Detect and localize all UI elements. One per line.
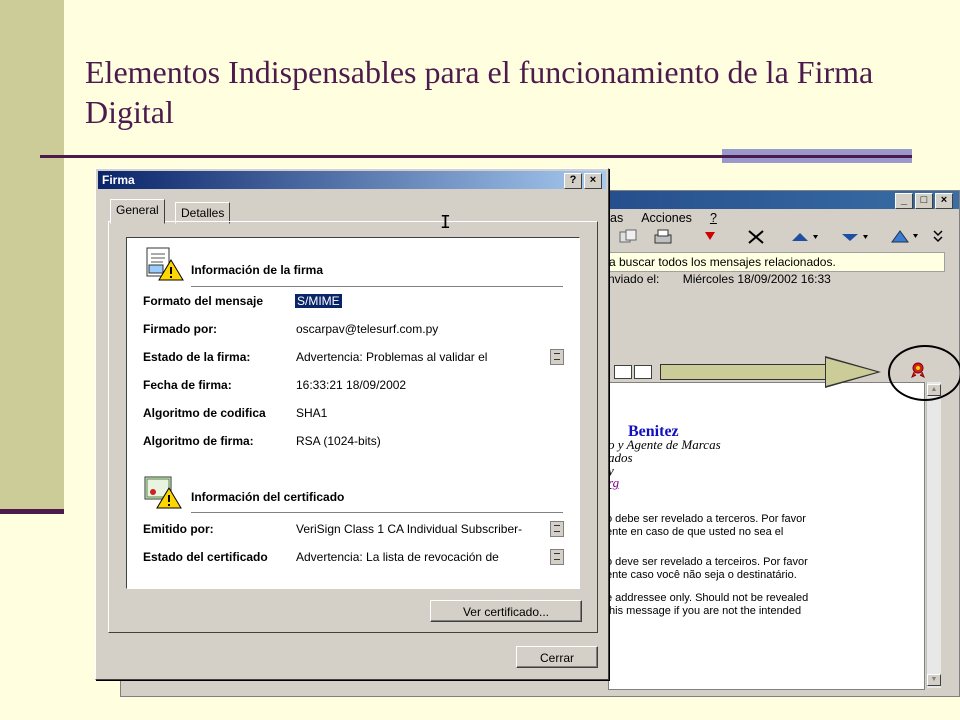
row-label-signature-date: Fecha de firma: — [143, 378, 232, 392]
section-divider — [191, 512, 563, 513]
sent-value: Miércoles 18/09/2002 16:33 — [682, 272, 831, 286]
scroll-down-button[interactable]: ▼ — [927, 674, 941, 686]
dialog-title-bar: Firma ? × — [98, 171, 606, 189]
view-certificate-button[interactable]: Ver certificado... — [430, 600, 582, 622]
sidebar-rule — [0, 509, 64, 514]
maximize-button[interactable]: □ — [915, 193, 933, 209]
outlook-menu-bar: as Acciones ? — [610, 211, 717, 225]
disclaimer-pt-1: o deve ser revelado a terceiros. Por fav… — [606, 556, 808, 568]
help-button[interactable]: ? — [564, 173, 582, 189]
disclaimer-es-2: ente en caso de que usted no sea el — [606, 526, 784, 538]
outlook-toolbar — [610, 226, 950, 248]
outlook-info-bar: a buscar todos los mensajes relacionados… — [608, 252, 945, 272]
row-value-issued-by[interactable]: VeriSign Class 1 CA Individual Subscribe… — [296, 522, 522, 536]
status-scroll-button[interactable] — [550, 349, 564, 365]
print-icon[interactable] — [652, 228, 674, 246]
dialog-title: Firma — [102, 173, 135, 187]
text-cursor-icon: I — [440, 212, 451, 233]
copy-icon[interactable] — [618, 229, 640, 245]
tab-general[interactable]: General — [110, 199, 165, 224]
row-value-signature-algorithm[interactable]: RSA (1024-bits) — [296, 434, 381, 448]
sent-label: nviado el: — [608, 272, 660, 286]
row-value-signature-status[interactable]: Advertencia: Problemas al validar el — [296, 350, 487, 364]
signature-link[interactable]: rg — [608, 475, 619, 491]
row-label-signature-status: Estado de la firma: — [143, 350, 251, 364]
menu-item-help[interactable]: ? — [710, 211, 717, 225]
message-scrollbar[interactable]: ▲ ▼ — [926, 382, 941, 688]
signature-info-panel: Información de la firma Formato del mens… — [126, 237, 580, 589]
delete-icon[interactable] — [746, 228, 766, 246]
menu-item-herramientas[interactable]: as — [610, 211, 623, 225]
next-icon[interactable] — [840, 230, 870, 244]
annotation-arrow-shaft — [660, 364, 826, 380]
row-label-hash-algorithm: Algoritmo de codifica — [143, 406, 266, 420]
certificate-warning-icon — [144, 476, 182, 509]
sidebar-decoration — [0, 0, 64, 512]
close-dialog-button[interactable]: Cerrar — [516, 646, 598, 668]
disclaimer-en-1: e addressee only. Should not be revealed — [606, 592, 809, 604]
row-value-signature-date[interactable]: 16:33:21 18/09/2002 — [296, 378, 406, 392]
row-value-signed-by[interactable]: oscarpav@telesurf.com.py — [296, 322, 438, 336]
address-book-icon[interactable] — [890, 228, 920, 246]
disclaimer-es-1: o debe ser revelado a terceros. Por favo… — [606, 513, 806, 525]
issuer-scroll-button[interactable] — [550, 521, 564, 537]
section-signature-title: Información de la firma — [191, 263, 324, 277]
disclaimer-pt-2: ente caso você não seja o destinatário. — [606, 569, 797, 581]
row-label-signature-algorithm: Algoritmo de firma: — [143, 434, 254, 448]
row-label-format: Formato del mensaje — [143, 294, 264, 308]
title-rule — [40, 155, 912, 158]
row-value-hash-algorithm[interactable]: SHA1 — [296, 406, 327, 420]
close-button[interactable]: × — [935, 193, 953, 209]
section-divider — [191, 286, 563, 287]
row-label-signed-by: Firmado por: — [143, 322, 217, 336]
disclaimer-en-2: this message if you are not the intended — [606, 605, 802, 617]
row-label-issued-by: Emitido por: — [143, 522, 214, 536]
flag-icon[interactable] — [702, 229, 718, 245]
sent-row: nviado el: Miércoles 18/09/2002 16:33 — [608, 272, 831, 286]
slide-title: Elementos Indispensables para el funcion… — [85, 54, 874, 130]
header-checkbox-2[interactable] — [634, 365, 652, 379]
toolbar-more-icon[interactable] — [932, 228, 944, 246]
cert-status-scroll-button[interactable] — [550, 549, 564, 565]
row-value-format[interactable]: S/MIME — [295, 294, 342, 308]
menu-item-acciones[interactable]: Acciones — [641, 211, 692, 225]
section-certificate-title: Información del certificado — [191, 490, 345, 504]
signed-document-warning-icon — [146, 247, 184, 281]
signature-certificate-icon[interactable] — [910, 362, 926, 378]
previous-icon[interactable] — [790, 230, 820, 244]
minimize-button[interactable]: _ — [895, 193, 913, 209]
annotation-arrow-head-fill — [826, 358, 877, 386]
dialog-close-button[interactable]: × — [584, 173, 602, 189]
header-checkbox-1[interactable] — [614, 365, 632, 379]
firma-dialog: Firma ? × General Detalles Información d… — [95, 168, 609, 680]
row-label-certificate-status: Estado del certificado — [143, 550, 268, 564]
row-value-certificate-status[interactable]: Advertencia: La lista de revocación de — [296, 550, 499, 564]
